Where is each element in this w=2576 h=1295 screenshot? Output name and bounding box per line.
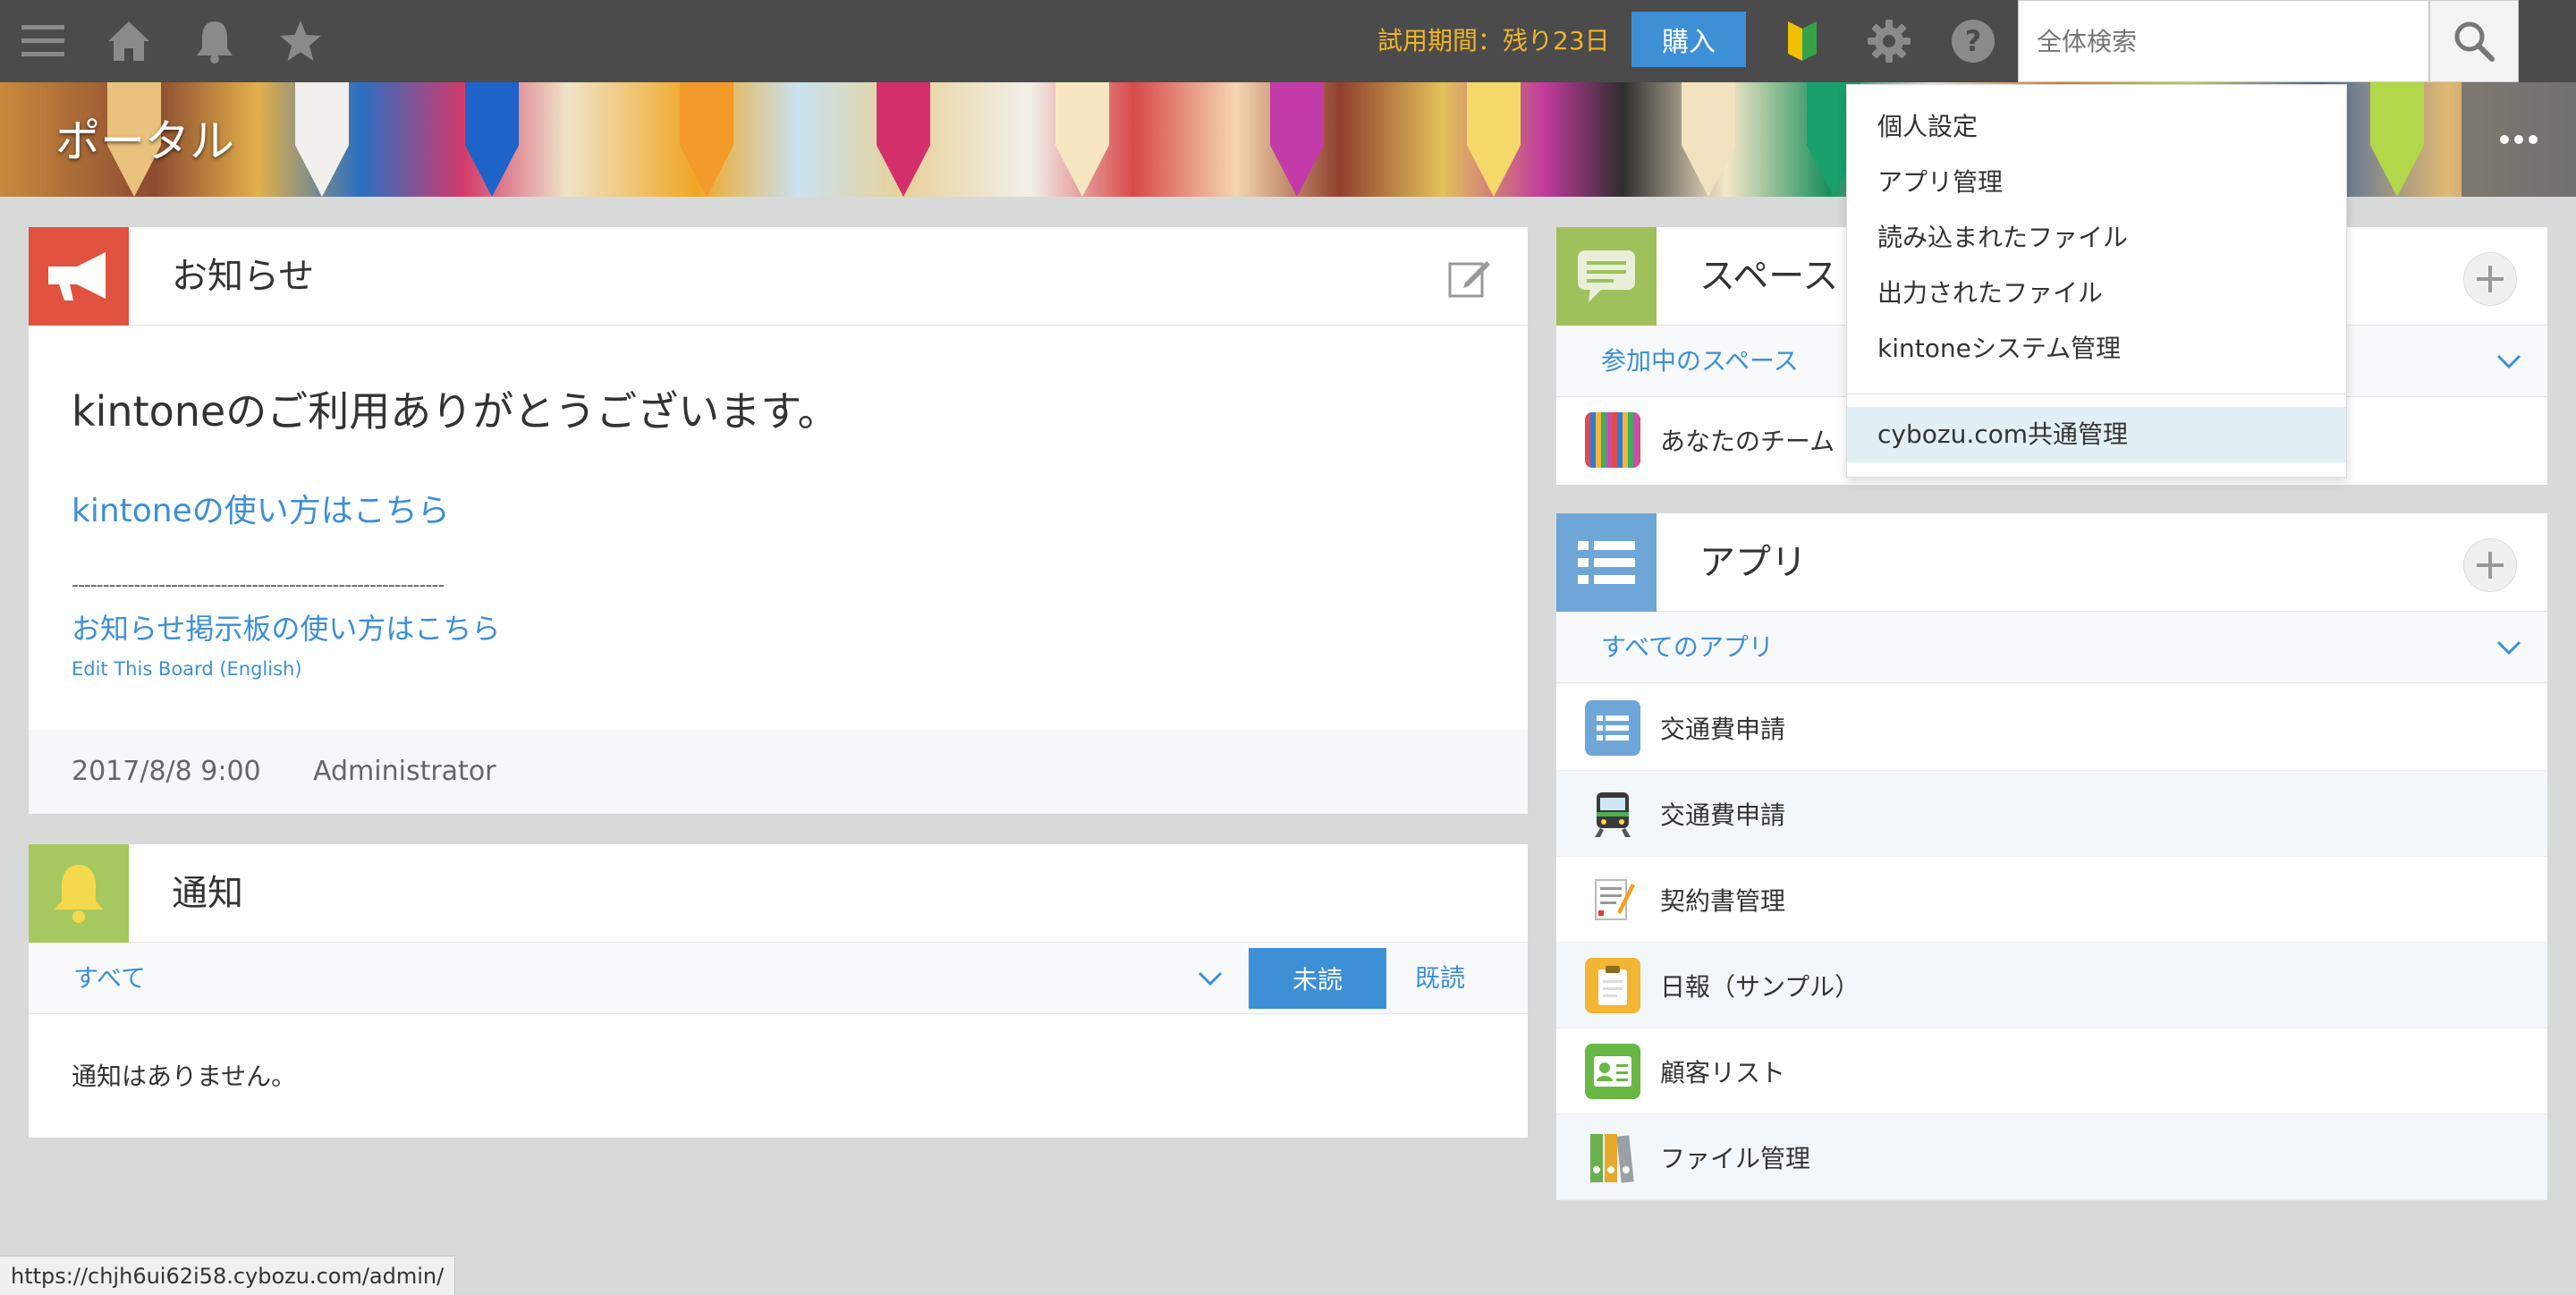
- dot-icon: [2500, 135, 2509, 144]
- settings-dropdown-menu: 個人設定 アプリ管理 読み込まれたファイル 出力されたファイル kintoneシ…: [1846, 84, 2347, 478]
- megaphone-icon: [29, 227, 129, 326]
- beginner-mark-icon[interactable]: [1780, 0, 1825, 82]
- add-space-button[interactable]: [2463, 252, 2517, 306]
- browser-status-url: https://chjh6ui62i58.cybozu.com/admin/: [0, 1256, 456, 1295]
- board-howto-link[interactable]: お知らせ掲示板の使い方はこちら: [72, 606, 500, 648]
- app-name: ファイル管理: [1660, 1143, 1811, 1173]
- dot-icon: [2514, 135, 2523, 144]
- space-name: あなたのチーム: [1660, 426, 1835, 456]
- trial-period-text: 試用期間：残り23日: [1377, 26, 1610, 55]
- bell-icon[interactable]: [188, 0, 242, 82]
- page-title: ポータル: [55, 115, 234, 167]
- menu-icon[interactable]: [16, 0, 70, 82]
- menu-item-cybozu-common-admin[interactable]: cybozu.com共通管理: [1847, 407, 2346, 462]
- chevron-down-icon[interactable]: [1197, 968, 1224, 989]
- help-icon[interactable]: ?: [1948, 0, 1998, 82]
- app-name: 交通費申請: [1660, 800, 1786, 830]
- chevron-down-icon[interactable]: [2496, 637, 2522, 658]
- search-icon: [2454, 21, 2495, 62]
- bell-icon: [29, 844, 129, 943]
- add-app-button[interactable]: [2463, 538, 2517, 592]
- announcement-headline: kintoneのご利用ありがとうございます。: [72, 387, 839, 436]
- announcement-date: 2017/8/8 9:00: [72, 756, 261, 787]
- menu-item-imported-files[interactable]: 読み込まれたファイル: [1847, 210, 2346, 266]
- divider-text: ----------------------------------------…: [72, 574, 445, 597]
- train-icon: [1585, 786, 1640, 842]
- app-name: 日報（サンプル）: [1660, 971, 1860, 1002]
- app-list-item[interactable]: ファイル管理: [1556, 1114, 2547, 1200]
- buy-button[interactable]: 購入: [1631, 12, 1746, 67]
- contract-icon: [1585, 872, 1640, 927]
- apps-header: アプリ: [1556, 513, 2547, 612]
- menu-item-personal-settings[interactable]: 個人設定: [1847, 99, 2346, 155]
- list-icon: [1556, 513, 1657, 612]
- home-icon[interactable]: [102, 0, 156, 82]
- plus-icon: [2477, 266, 2504, 292]
- speech-bubble-icon: [1556, 227, 1657, 326]
- pencils-thumbnail-icon: [1585, 411, 1640, 468]
- menu-item-app-management[interactable]: アプリ管理: [1847, 155, 2346, 210]
- edit-icon[interactable]: [1447, 256, 1492, 304]
- app-name: 契約書管理: [1660, 885, 1786, 916]
- gear-icon[interactable]: [1864, 0, 1914, 82]
- app-list-item[interactable]: 交通費申請: [1556, 685, 2547, 771]
- announcement-footer: 2017/8/8 9:00 Administrator: [29, 730, 1528, 814]
- menu-item-exported-files[interactable]: 出力されたファイル: [1847, 266, 2346, 321]
- top-bar: 試用期間：残り23日 購入 ?: [0, 0, 2576, 82]
- apps-filter-select[interactable]: すべてのアプリ: [1601, 612, 1774, 683]
- app-list-item[interactable]: 契約書管理: [1556, 857, 2547, 943]
- apps-filter-bar: すべてのアプリ: [1556, 612, 2547, 683]
- chevron-down-icon[interactable]: [2496, 351, 2522, 372]
- announcement-title: お知らせ: [172, 256, 315, 297]
- notifications-header: 通知: [29, 844, 1528, 943]
- app-list-item[interactable]: 顧客リスト: [1556, 1028, 2547, 1114]
- menu-item-kintone-system-admin[interactable]: kintoneシステム管理: [1847, 321, 2346, 377]
- notifications-panel: 通知 すべて 未読 既読 通知はありません。: [29, 844, 1528, 1138]
- spaces-filter-select[interactable]: 参加中のスペース: [1601, 326, 1799, 397]
- howto-link[interactable]: kintoneの使い方はこちら: [72, 485, 450, 531]
- plus-icon: [2477, 552, 2504, 579]
- spaces-title: スペース: [1699, 256, 1839, 297]
- announcement-panel: お知らせ kintoneのご利用ありがとうございます。 kintoneの使い方は…: [29, 227, 1528, 814]
- app-list-item[interactable]: 日報（サンプル）: [1556, 943, 2547, 1028]
- more-options-button[interactable]: [2462, 82, 2576, 197]
- notifications-empty-text: 通知はありません。: [72, 1062, 297, 1091]
- global-search-box: [2018, 0, 2429, 82]
- binders-icon: [1585, 1130, 1640, 1185]
- notifications-title: 通知: [172, 873, 243, 914]
- notifications-filter-select[interactable]: すべて: [73, 943, 146, 1014]
- announcement-header: お知らせ: [29, 227, 1528, 326]
- edit-board-link[interactable]: Edit This Board (English): [72, 658, 302, 680]
- app-name: 顧客リスト: [1660, 1057, 1786, 1088]
- tab-read[interactable]: 既読: [1415, 943, 1465, 1014]
- contact-card-icon: [1585, 1043, 1640, 1099]
- announcement-author: Administrator: [313, 756, 496, 787]
- dot-icon: [2529, 135, 2538, 144]
- svg-text:?: ?: [1965, 24, 1982, 58]
- tab-unread[interactable]: 未読: [1249, 948, 1386, 1009]
- search-button[interactable]: [2429, 0, 2519, 82]
- app-list-item[interactable]: 交通費申請: [1556, 771, 2547, 857]
- global-search-input[interactable]: [2019, 1, 2428, 81]
- apps-title: アプリ: [1699, 542, 1807, 583]
- clipboard-icon: [1585, 957, 1640, 1013]
- app-name: 交通費申請: [1660, 714, 1786, 744]
- list-icon: [1585, 699, 1640, 756]
- apps-panel: アプリ すべてのアプリ 交通費申請 交通費申請 契約書管理 日報（サンプル） 顧…: [1556, 513, 2547, 1200]
- star-icon[interactable]: [274, 0, 327, 82]
- notifications-filter-bar: すべて 未読 既読: [29, 943, 1528, 1014]
